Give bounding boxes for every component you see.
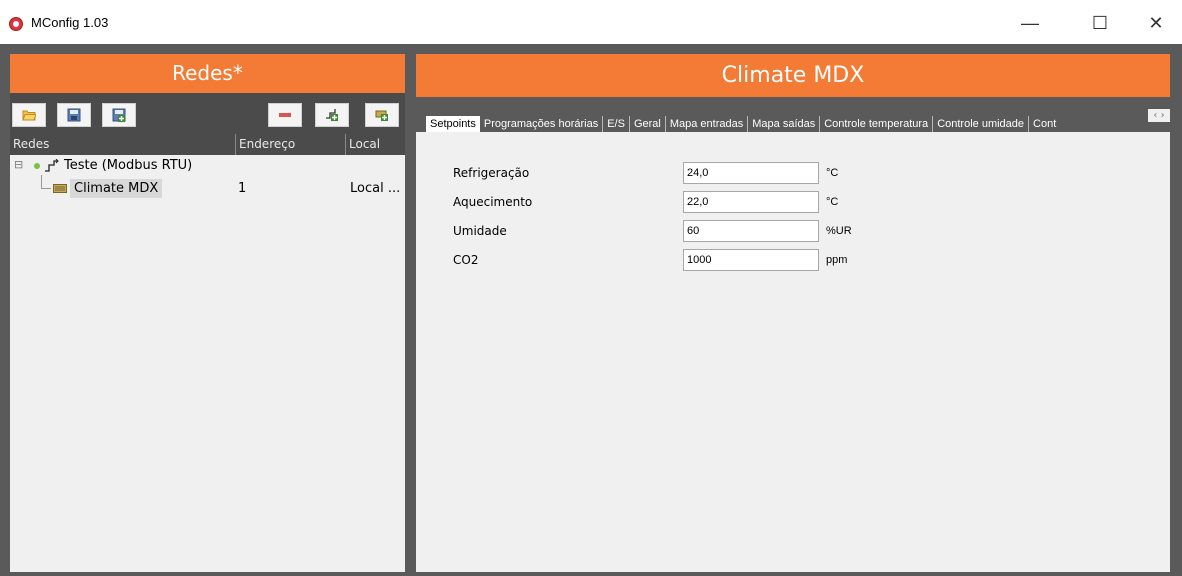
aquecimento-unit: °C <box>826 196 839 208</box>
tabs: Setpoints Programações horárias E/S Gera… <box>426 116 1060 132</box>
networks-toolbar <box>10 93 405 132</box>
co2-label: CO2 <box>453 253 479 267</box>
umidade-unit: %UR <box>826 225 852 237</box>
tab-programacoes-horarias[interactable]: Programações horárias <box>480 116 604 132</box>
aquecimento-input[interactable]: 22,0 <box>683 191 819 213</box>
close-button[interactable]: ✕ <box>1136 8 1176 38</box>
save-as-button[interactable] <box>102 103 136 127</box>
network-icon <box>45 159 59 172</box>
add-network-button[interactable] <box>315 103 349 127</box>
umidade-label: Umidade <box>453 224 507 238</box>
networks-panel: Redes* Redes Endereço Local ⊟ Teste (Mod… <box>10 54 405 572</box>
main-area: Redes* Redes Endereço Local ⊟ Teste (Mod… <box>0 44 1182 576</box>
tab-mapa-entradas[interactable]: Mapa entradas <box>666 116 749 132</box>
save-button[interactable] <box>57 103 91 127</box>
add-network-icon <box>326 109 338 121</box>
tab-controle-umidade[interactable]: Controle umidade <box>933 116 1030 132</box>
tab-scroll-arrows[interactable]: ‹ › <box>1148 109 1170 122</box>
open-button[interactable] <box>12 103 46 127</box>
save-icon <box>67 108 81 122</box>
tree-item-device[interactable]: Climate MDX 1 Local ... <box>53 179 403 198</box>
tab-cont[interactable]: Cont <box>1029 116 1060 132</box>
tree-column-headers: Redes Endereço Local <box>10 134 405 155</box>
umidade-input[interactable]: 60 <box>683 220 819 242</box>
maximize-button[interactable]: ☐ <box>1080 8 1120 38</box>
tree-item-network[interactable]: ⊟ Teste (Modbus RTU) <box>14 158 394 176</box>
title-bar: MConfig 1.03 — ☐ ✕ <box>0 0 1182 44</box>
remove-button[interactable] <box>268 103 302 127</box>
tab-geral[interactable]: Geral <box>630 116 666 132</box>
column-header-endereco[interactable]: Endereço <box>236 134 346 155</box>
refrigeracao-unit: °C <box>826 167 839 179</box>
device-icon <box>53 184 67 193</box>
tab-es[interactable]: E/S <box>603 116 630 132</box>
tree-connector <box>41 175 42 188</box>
add-device-icon <box>375 110 388 121</box>
network-tree: ⊟ Teste (Modbus RTU) Climate MDX 1 Local… <box>10 155 405 572</box>
collapse-toggle-icon[interactable]: ⊟ <box>14 158 23 171</box>
refrigeracao-label: Refrigeração <box>453 166 530 180</box>
refrigeracao-input[interactable]: 24,0 <box>683 162 819 184</box>
tab-mapa-saidas[interactable]: Mapa saídas <box>748 116 821 132</box>
aquecimento-label: Aquecimento <box>453 195 533 209</box>
status-dot-icon <box>34 163 40 169</box>
device-address: 1 <box>238 181 247 196</box>
tab-setpoints[interactable]: Setpoints <box>426 116 480 132</box>
minimize-button[interactable]: — <box>1010 8 1050 38</box>
window-title: MConfig 1.03 <box>31 15 109 30</box>
remove-icon <box>279 113 291 117</box>
tab-controle-temperatura[interactable]: Controle temperatura <box>820 116 934 132</box>
co2-unit: ppm <box>826 254 848 266</box>
device-local: Local ... <box>350 181 401 196</box>
co2-input[interactable]: 1000 <box>683 249 819 271</box>
add-device-button[interactable] <box>365 103 399 127</box>
tab-strip: Setpoints Programações horárias E/S Gera… <box>416 97 1170 132</box>
save-as-icon <box>112 108 126 122</box>
column-header-local[interactable]: Local <box>346 134 405 155</box>
setpoints-form: Refrigeração 24,0 °C Aquecimento 22,0 °C… <box>416 132 1170 572</box>
open-folder-icon <box>22 110 36 121</box>
device-label: Climate MDX <box>70 179 163 198</box>
device-panel-title: Climate MDX <box>416 54 1170 97</box>
app-icon <box>9 17 23 31</box>
network-label: Teste (Modbus RTU) <box>64 158 193 173</box>
networks-panel-title: Redes* <box>10 54 405 93</box>
device-panel: Climate MDX Setpoints Programações horár… <box>416 54 1170 572</box>
column-header-redes[interactable]: Redes <box>10 134 236 155</box>
tree-connector <box>41 188 51 189</box>
